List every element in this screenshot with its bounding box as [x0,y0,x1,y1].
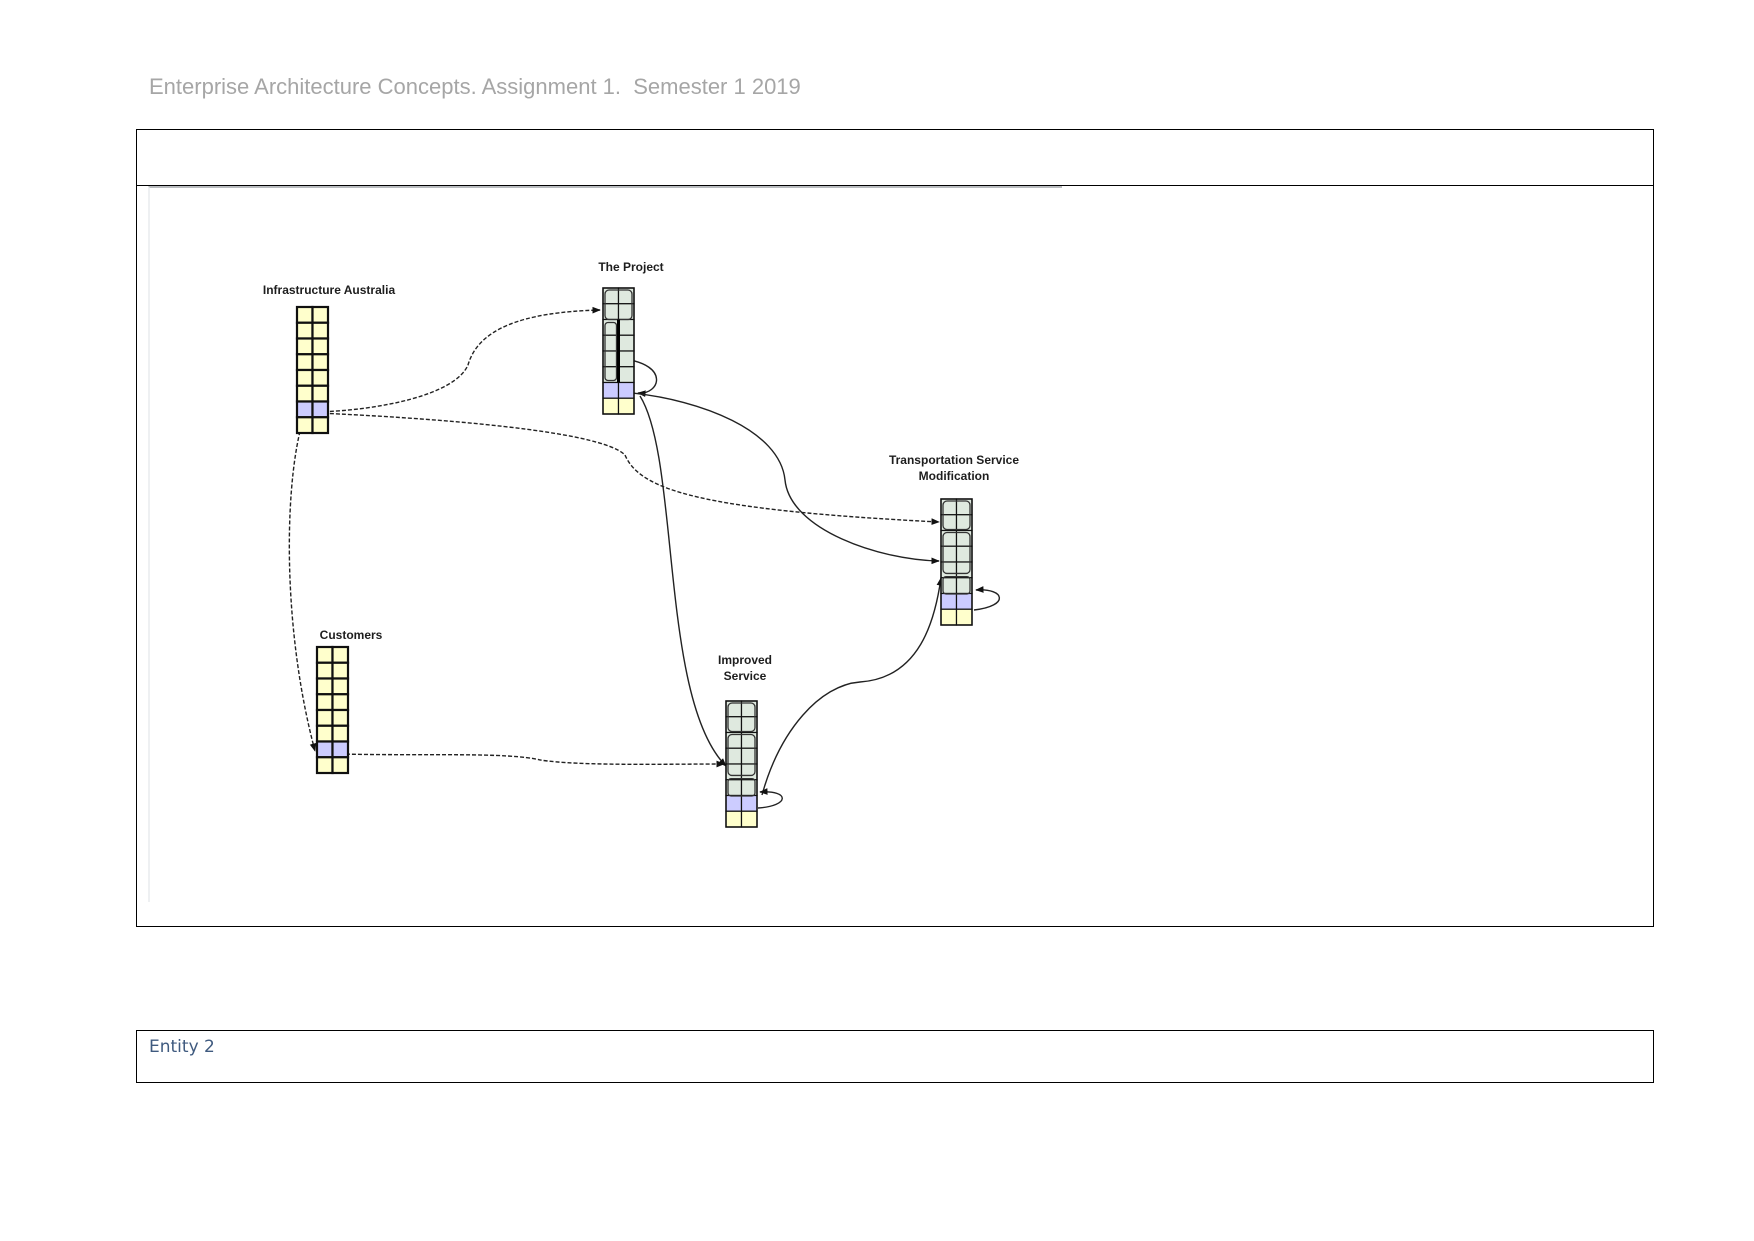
entity-cell [331,740,350,759]
entity-cell [315,645,334,664]
entity-cell [331,708,350,727]
entity-cell [740,810,758,828]
entity-cell [940,608,958,626]
entity-cell [311,305,330,324]
entity-cell [940,592,958,610]
entity-cell [955,608,973,626]
entity-cell [295,384,314,403]
entity-cell [617,366,635,384]
entity-cell [315,724,334,743]
entity-cell [725,794,743,812]
entity-cell [295,337,314,356]
entity-label-improved-service: Service [724,669,767,683]
entity-cell [617,334,635,352]
entity-cell [331,661,350,680]
entity-table-cell: Entity 2 [136,1030,1654,1083]
entity-cell [295,368,314,387]
entity-label-transportation-service-modification: Transportation Service [889,453,1019,467]
entity-cell [602,381,620,399]
entity-cell [315,677,334,696]
entity-cell [315,756,334,775]
entity-cell [331,645,350,664]
entity-label-transportation-service-modification: Modification [919,469,990,483]
entity-cell [955,592,973,610]
entity-cell [295,353,314,372]
entity-label-the-project: The Project [598,260,663,274]
entity-cell [295,321,314,340]
entity-cell [617,350,635,368]
entity-cell [725,810,743,828]
entity-cell [311,384,330,403]
entity-cell [331,693,350,712]
entity-cell [295,400,314,419]
entity-cell [617,318,635,336]
entity-label: Entity 2 [149,1037,215,1057]
entity-cell [617,381,635,399]
entity-cell [617,397,635,415]
entity-cell [295,305,314,324]
entity-cell [295,416,314,435]
entity-cell [311,353,330,372]
entity-cell [315,661,334,680]
entity-cell [315,740,334,759]
entity-cell [315,708,334,727]
entity-cell [331,756,350,775]
caption-row [137,130,1653,186]
entity-cell [331,677,350,696]
entity-label-infrastructure-australia: Infrastructure Australia [263,283,396,297]
entity-cell [311,337,330,356]
entity-cell [602,397,620,415]
entity-cell [311,400,330,419]
entity-cell [311,416,330,435]
entity-cell [740,794,758,812]
entity-label-improved-service: Improved [718,653,772,667]
entity-cell [315,693,334,712]
entity-cell [311,321,330,340]
entity-cell [331,724,350,743]
document-header-title: Enterprise Architecture Concepts. Assign… [149,74,801,99]
entity-cell [311,368,330,387]
entity-label-customers: Customers [320,628,383,642]
